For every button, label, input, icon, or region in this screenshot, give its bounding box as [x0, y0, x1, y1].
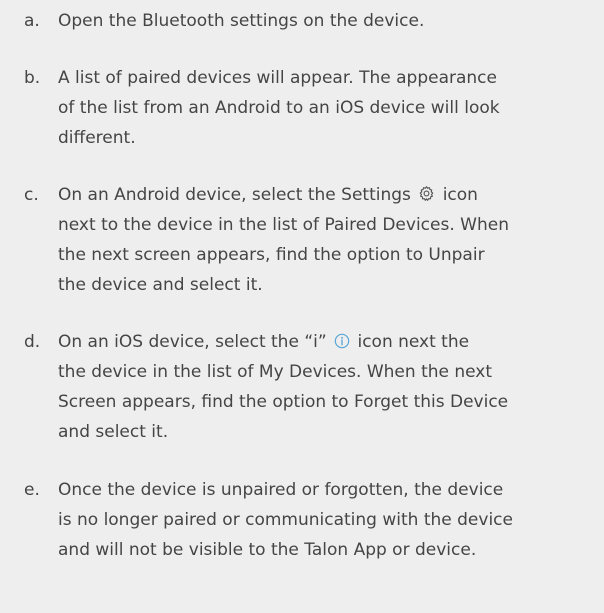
step-marker: e. [24, 480, 40, 500]
step-line: next to the device in the list of Paired… [58, 215, 509, 235]
step-line: different. [58, 128, 136, 148]
step-line: Once the device is unpaired or forgotten… [58, 480, 504, 500]
gear-icon [418, 185, 435, 202]
step-text: On an iOS device, select the “i” icon ne… [58, 327, 598, 447]
step-text: A list of paired devices will appear. Th… [58, 63, 598, 153]
step-line-part: On an iOS device, select the “i” [58, 332, 327, 352]
step-line: A list of paired devices will appear. Th… [58, 68, 497, 88]
step-line-part: icon next the [357, 332, 470, 352]
step-marker: a. [24, 11, 40, 31]
step-text: On an Android device, select the Setting… [58, 180, 598, 300]
step-line: is no longer paired or communicating wit… [58, 510, 513, 530]
step-line: the device and select it. [58, 275, 263, 295]
info-icon [334, 333, 350, 349]
step-line: Open the Bluetooth settings on the devic… [58, 11, 425, 31]
step-text: Open the Bluetooth settings on the devic… [58, 6, 598, 36]
step-line: and will not be visible to the Talon App… [58, 540, 477, 560]
step-line: On an Android device, select the Setting… [58, 180, 598, 210]
step-line: and select it. [58, 422, 169, 442]
step-marker: c. [24, 185, 39, 205]
step-marker: d. [24, 332, 41, 352]
step-line: the device in the list of My Devices. Wh… [58, 362, 493, 382]
step-line: of the list from an Android to an iOS de… [58, 98, 500, 118]
step-line: On an iOS device, select the “i” icon ne… [58, 327, 598, 357]
instruction-list: a. Open the Bluetooth settings on the de… [0, 0, 604, 613]
step-marker: b. [24, 68, 41, 88]
step-line: the next screen appears, find the option… [58, 245, 485, 265]
step-line-part: On an Android device, select the Setting… [58, 185, 411, 205]
step-line-part: icon [442, 185, 478, 205]
step-line: Screen appears, find the option to Forge… [58, 392, 509, 412]
step-text: Once the device is unpaired or forgotten… [58, 475, 598, 565]
